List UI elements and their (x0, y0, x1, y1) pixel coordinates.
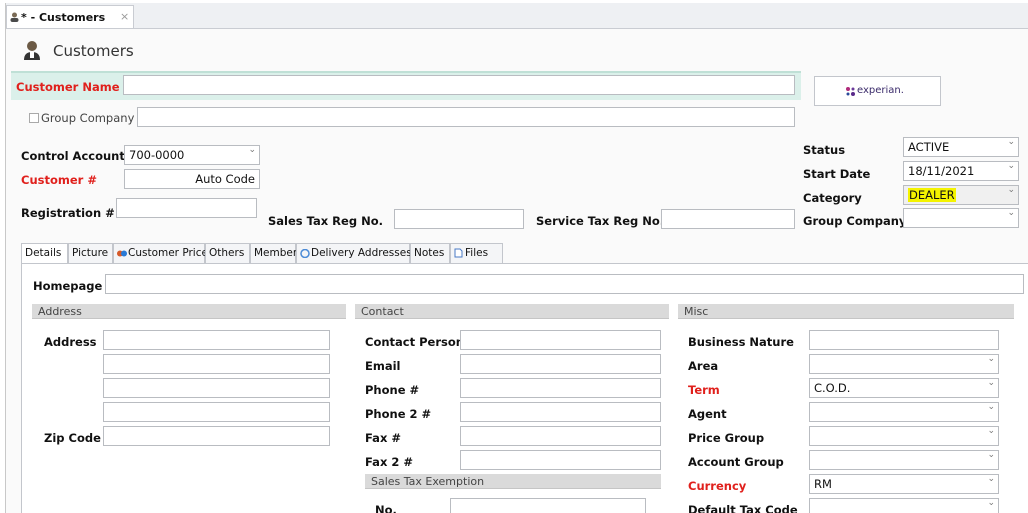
customer-number-label: Customer # (21, 173, 97, 187)
account-group-label: Account Group (688, 455, 784, 469)
address-line4-input[interactable] (103, 402, 330, 422)
phone2-label: Phone 2 # (365, 407, 432, 421)
group-company-input[interactable] (137, 107, 795, 127)
contact-person-input[interactable] (460, 330, 661, 350)
address-label: Address (44, 335, 97, 349)
business-nature-input[interactable] (809, 330, 999, 350)
contact-group-header: Contact (355, 304, 669, 319)
misc-group-header: Misc (678, 304, 1014, 319)
registration-label: Registration # (21, 206, 115, 220)
start-date-label: Start Date (803, 167, 871, 181)
exemption-no-input[interactable] (450, 498, 646, 513)
email-input[interactable] (460, 354, 661, 374)
address-line2-input[interactable] (103, 354, 330, 374)
phone-input[interactable] (460, 378, 661, 398)
address-group-header: Address (32, 304, 346, 319)
service-tax-reg-input[interactable] (661, 209, 795, 229)
group-company2-select[interactable] (903, 208, 1019, 228)
customer-name-input[interactable] (123, 75, 795, 95)
group-company-label: Group Company (41, 111, 135, 125)
address-line1-input[interactable] (103, 330, 330, 350)
email-label: Email (365, 359, 401, 373)
customers-document-tab[interactable]: * - Customers × (6, 5, 134, 28)
default-tax-code-select[interactable] (809, 498, 999, 513)
fax-input[interactable] (460, 426, 661, 446)
close-tab-icon[interactable]: × (120, 10, 129, 23)
tab-member[interactable]: Member (250, 243, 297, 263)
group-company-checkbox[interactable] (29, 113, 39, 123)
phone-label: Phone # (365, 383, 420, 397)
fax-label: Fax # (365, 431, 401, 445)
sales-tax-reg-input[interactable] (394, 209, 524, 229)
term-label: Term (688, 383, 720, 397)
contact-person-label: Contact Person (365, 335, 464, 349)
customer-window: * - Customers × Customers Customer Name … (5, 3, 1028, 513)
tab-others[interactable]: Others (205, 243, 250, 263)
status-select[interactable]: ACTIVE (903, 137, 1019, 157)
control-account-label: Control Account (21, 149, 125, 163)
area-label: Area (688, 359, 719, 373)
file-icon (454, 248, 463, 258)
fax2-label: Fax 2 # (365, 455, 414, 469)
tab-delivery-addresses[interactable]: Delivery Addresses (296, 243, 412, 263)
customer-price-icon (117, 249, 127, 258)
page-title: Customers (53, 42, 134, 60)
price-group-label: Price Group (688, 431, 765, 445)
customers-title-icon (23, 40, 41, 60)
homepage-input[interactable] (105, 274, 1024, 294)
fax2-input[interactable] (460, 450, 661, 470)
category-select[interactable]: DEALER (903, 185, 1019, 205)
tab-files[interactable]: Files (450, 243, 503, 263)
agent-select[interactable] (809, 402, 999, 422)
default-tax-code-label: Default Tax Code (688, 503, 798, 513)
account-group-select[interactable] (809, 450, 999, 470)
agent-label: Agent (688, 407, 727, 421)
tab-files-label: Files (465, 247, 489, 259)
currency-select[interactable]: RM (809, 474, 999, 494)
term-select[interactable]: C.O.D. (809, 378, 999, 398)
address-line3-input[interactable] (103, 378, 330, 398)
customer-number-input[interactable]: Auto Code (124, 169, 260, 189)
tab-delivery-label: Delivery Addresses (311, 247, 412, 259)
sales-tax-exemption-header: Sales Tax Exemption (365, 474, 661, 489)
customer-person-icon (10, 12, 19, 22)
control-account-select[interactable]: 700-0000 (124, 145, 260, 165)
price-group-select[interactable] (809, 426, 999, 446)
experian-logo-icon (845, 86, 856, 97)
currency-label: Currency (688, 479, 747, 493)
delivery-icon (300, 249, 310, 258)
start-date-picker[interactable]: 18/11/2021 (903, 161, 1019, 181)
sales-tax-reg-label: Sales Tax Reg No. (268, 214, 383, 228)
category-label: Category (803, 191, 862, 205)
tab-picture[interactable]: Picture (68, 243, 113, 263)
zip-code-input[interactable] (103, 426, 330, 446)
tab-customer-price[interactable]: Customer Price (113, 243, 208, 263)
tab-details[interactable]: Details (21, 243, 68, 263)
customer-name-label: Customer Name (16, 80, 120, 94)
registration-input[interactable] (116, 198, 257, 218)
area-select[interactable] (809, 354, 999, 374)
details-panel: Homepage Address Address Zip Code Contac… (21, 263, 1028, 513)
service-tax-reg-label: Service Tax Reg No. (536, 214, 665, 228)
experian-button[interactable]: experian. (814, 76, 941, 106)
phone2-input[interactable] (460, 402, 661, 422)
status-label: Status (803, 143, 846, 157)
business-nature-label: Business Nature (688, 335, 794, 349)
experian-label: experian. (857, 85, 904, 96)
tab-customer-price-label: Customer Price (128, 247, 208, 259)
group-company2-label: Group Company (803, 214, 907, 228)
zip-code-label: Zip Code (44, 431, 101, 445)
exemption-no-label: No. (375, 503, 397, 513)
document-tab-bar: * - Customers × (6, 3, 1028, 29)
category-value: DEALER (908, 188, 956, 202)
homepage-label: Homepage (33, 279, 103, 293)
tab-notes[interactable]: Notes (410, 243, 450, 263)
document-tab-label: * - Customers (21, 11, 106, 24)
